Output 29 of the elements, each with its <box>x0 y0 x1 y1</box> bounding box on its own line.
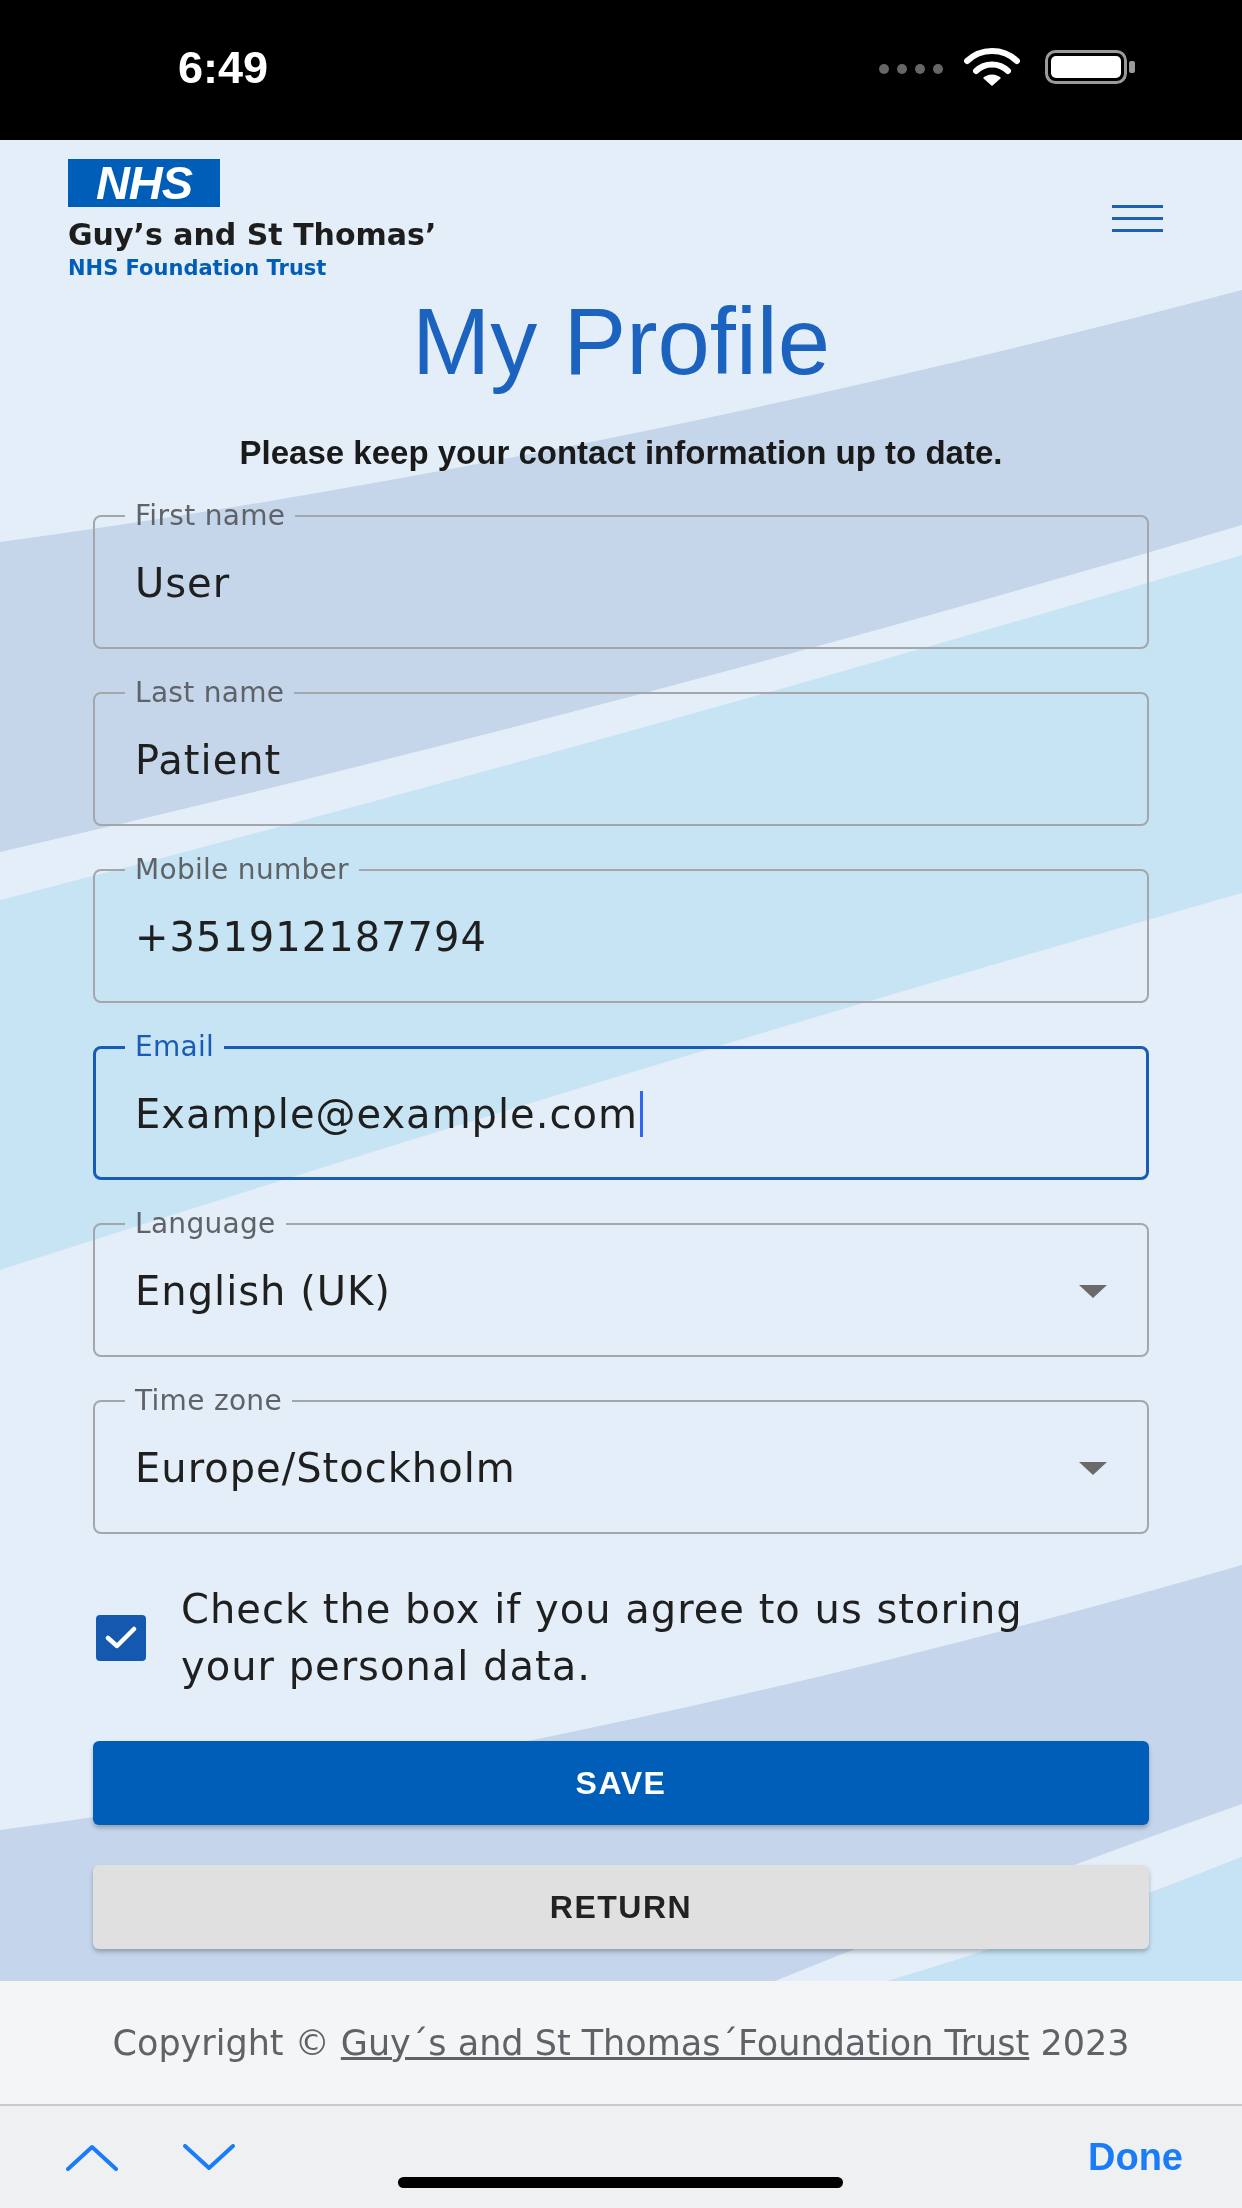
done-button[interactable]: Done <box>1088 2135 1183 2179</box>
field-label: Last name <box>134 676 286 710</box>
field-label: First name <box>134 499 287 533</box>
caret-down-icon <box>1079 1461 1107 1475</box>
menu-icon[interactable] <box>1112 205 1163 232</box>
field-label: Email <box>134 1030 216 1064</box>
organisation-name: Guy’s and St Thomas’ <box>68 216 437 254</box>
organisation-subtitle: NHS Foundation Trust <box>68 255 327 281</box>
chevron-down-icon[interactable] <box>183 2143 235 2171</box>
battery-icon <box>1045 50 1135 84</box>
page-title: My Profile <box>411 292 831 392</box>
logo-badge: NHS <box>68 159 220 207</box>
field-label: Mobile number <box>134 853 350 887</box>
text-cursor-icon <box>639 1091 643 1137</box>
consent-checkbox[interactable] <box>96 1615 146 1661</box>
save-button[interactable]: SAVE <box>93 1741 1149 1825</box>
chevron-up-icon[interactable] <box>66 2143 118 2171</box>
checkmark-icon <box>105 1626 137 1650</box>
return-button[interactable]: RETURN <box>93 1865 1149 1949</box>
consent-label: Check the box if you agree to us storing your personal data. <box>181 1585 1024 1691</box>
status-time: 6:49 <box>178 42 269 94</box>
signal-dots-icon <box>879 64 943 74</box>
field-label: Time zone <box>134 1384 283 1418</box>
copyright-text: Copyright © Guy´s and St Thomas´Foundation Trust 2023 <box>112 2022 1130 2063</box>
field-label: Language <box>134 1207 277 1241</box>
trust-link[interactable]: Guy´s and St Thomas´Foundation Trust <box>340 2022 1030 2063</box>
wifi-icon <box>964 47 1020 87</box>
caret-down-icon <box>1079 1284 1107 1298</box>
intro-text: Please keep your contact information up to date. <box>238 433 1004 473</box>
